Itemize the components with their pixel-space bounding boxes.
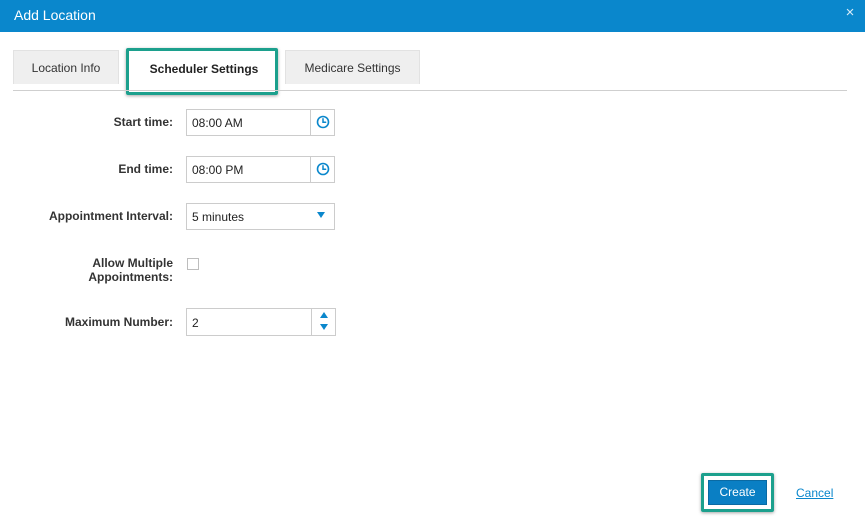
start-time-value: 08:00 AM xyxy=(192,116,243,130)
tab-divider xyxy=(13,90,847,91)
tab-medicare-settings[interactable]: Medicare Settings xyxy=(285,50,420,84)
allow-multiple-label-line1: Allow Multiple xyxy=(92,256,173,270)
close-icon[interactable]: × xyxy=(843,5,857,21)
allow-multiple-checkbox[interactable] xyxy=(187,258,199,270)
appointment-interval-label: Appointment Interval: xyxy=(48,209,173,223)
increment-arrow-icon[interactable] xyxy=(320,312,328,318)
decrement-arrow-icon[interactable] xyxy=(320,324,328,330)
end-time-value: 08:00 PM xyxy=(192,163,244,177)
maximum-number-stepper[interactable]: 2 xyxy=(186,308,336,336)
create-button[interactable]: Create xyxy=(708,480,767,505)
appointment-interval-value: 5 minutes xyxy=(192,210,245,224)
clock-icon xyxy=(316,115,330,129)
maximum-number-value: 2 xyxy=(192,316,199,330)
end-time-field[interactable]: 08:00 PM xyxy=(186,156,335,183)
allow-multiple-label: Allow Multiple Appointments: xyxy=(40,256,173,284)
start-time-picker-button[interactable] xyxy=(310,110,334,135)
end-time-picker-button[interactable] xyxy=(310,157,334,182)
add-location-dialog: Add Location × Location Info Scheduler S… xyxy=(0,0,865,518)
start-time-label: Start time: xyxy=(113,115,173,129)
appointment-interval-select[interactable]: 5 minutes xyxy=(186,203,335,230)
dropdown-arrow-icon[interactable] xyxy=(317,212,325,218)
tab-scheduler-settings[interactable]: Scheduler Settings xyxy=(130,54,278,85)
allow-multiple-label-line2: Appointments: xyxy=(88,270,173,284)
end-time-label: End time: xyxy=(118,162,173,176)
start-time-field[interactable]: 08:00 AM xyxy=(186,109,335,136)
dialog-title: Add Location xyxy=(14,7,96,23)
clock-icon xyxy=(316,162,330,176)
tab-location-info[interactable]: Location Info xyxy=(13,50,119,84)
dialog-titlebar: Add Location × xyxy=(0,0,865,32)
stepper-buttons xyxy=(311,309,335,335)
maximum-number-label: Maximum Number: xyxy=(64,315,173,329)
cancel-link[interactable]: Cancel xyxy=(796,486,833,500)
